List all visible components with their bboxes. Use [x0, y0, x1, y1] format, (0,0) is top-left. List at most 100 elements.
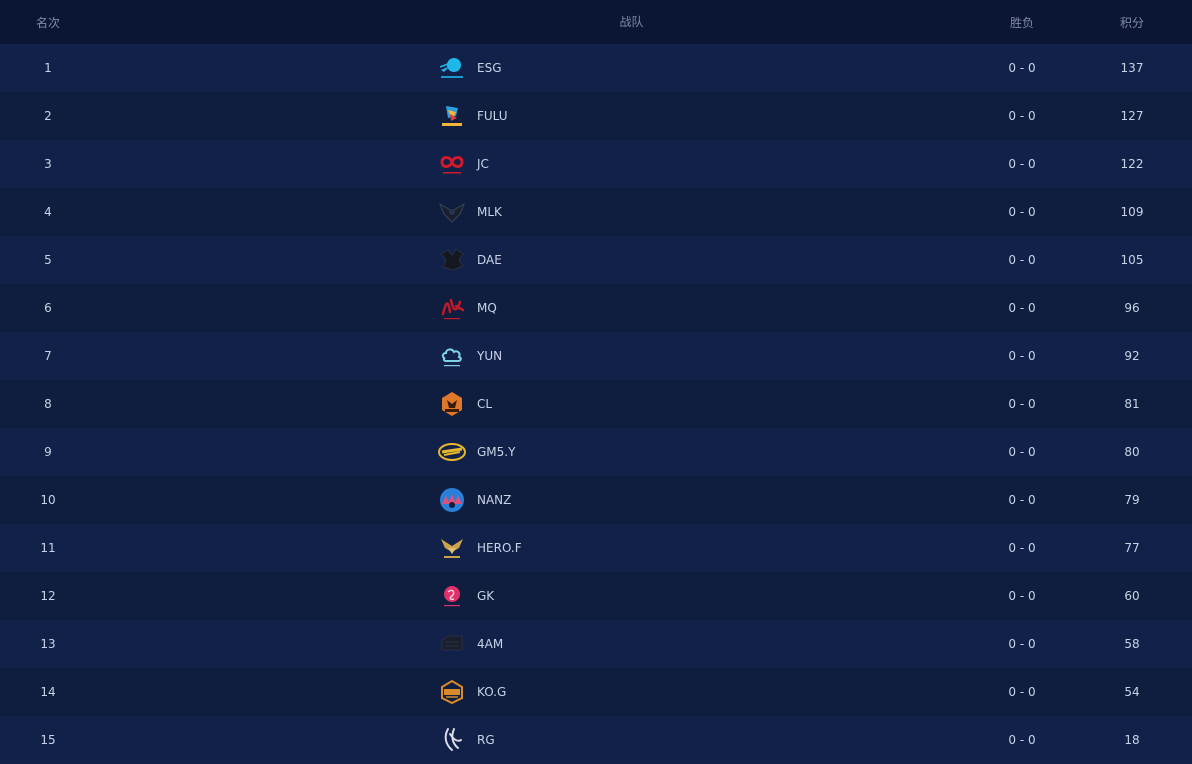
table-header: 名次 战队 胜负 积分	[0, 0, 1192, 44]
dark-dragon-logo-icon	[440, 248, 464, 271]
table-row[interactable]: 13 4AM 0 - 0 58	[0, 620, 1192, 668]
pink-swirl-logo-icon	[444, 586, 460, 607]
team-cell: JC	[96, 140, 972, 188]
table-row[interactable]: 10 NANZ 0 - 0 79	[0, 476, 1192, 524]
team-cell: NANZ	[96, 476, 972, 524]
points-cell: 81	[1124, 397, 1140, 411]
tiger-badge-logo-icon	[442, 392, 462, 416]
table-row[interactable]: 9 GM5.Y 0 - 0 80	[0, 428, 1192, 476]
table-row[interactable]: 7 YUN 0 - 0 92	[0, 332, 1192, 380]
winloss-cell: 0 - 0	[1008, 541, 1036, 555]
points-cell: 54	[1124, 685, 1140, 699]
red-calligraphy-logo-icon	[441, 298, 465, 320]
team-cell: 4AM	[96, 620, 972, 668]
points-cell: 105	[1120, 253, 1144, 267]
gm5-wordmark-logo-icon	[438, 443, 466, 461]
table-row[interactable]: 5 DAE 0 - 0 105	[0, 236, 1192, 284]
rank-cell: 12	[40, 589, 56, 603]
team-name[interactable]: GM5.Y	[477, 445, 515, 459]
points-cell: 77	[1124, 541, 1140, 555]
points-cell: 109	[1120, 205, 1144, 219]
team-cell: CL	[96, 380, 972, 428]
points-cell: 96	[1124, 301, 1140, 315]
header-team: 战队	[619, 15, 644, 29]
table-row[interactable]: 2 FULU 0 - 0 127	[0, 92, 1192, 140]
team-cell: DAE	[96, 236, 972, 284]
team-name[interactable]: MLK	[477, 205, 502, 219]
table-row[interactable]: 4 MLK 0 - 0 109	[0, 188, 1192, 236]
table-body: 1 ESG 0 - 0 137 2 FULU 0 - 0 127 3 JC 0 …	[0, 44, 1192, 764]
rank-cell: 6	[44, 301, 52, 315]
dark-block-logo-icon	[441, 635, 463, 651]
rank-cell: 2	[44, 109, 52, 123]
points-cell: 60	[1124, 589, 1140, 603]
winloss-cell: 0 - 0	[1008, 61, 1036, 75]
table-row[interactable]: 15 RG 0 - 0 18	[0, 716, 1192, 764]
header-points: 积分	[1119, 15, 1144, 30]
team-cell: HERO.F	[96, 524, 972, 572]
round-skyline-logo-icon	[440, 488, 464, 512]
team-cell: MLK	[96, 188, 972, 236]
team-cell: ESG	[96, 44, 972, 92]
team-name[interactable]: HERO.F	[477, 541, 522, 555]
rank-cell: 13	[40, 637, 56, 651]
winloss-cell: 0 - 0	[1008, 157, 1036, 171]
table-row[interactable]: 6 MQ 0 - 0 96	[0, 284, 1192, 332]
rank-cell: 14	[40, 685, 56, 699]
team-name[interactable]: GK	[477, 589, 494, 603]
rank-cell: 15	[40, 733, 56, 747]
team-cell: FULU	[96, 92, 972, 140]
team-name[interactable]: YUN	[477, 349, 502, 363]
winloss-cell: 0 - 0	[1008, 253, 1036, 267]
points-cell: 137	[1120, 61, 1144, 75]
winloss-cell: 0 - 0	[1008, 349, 1036, 363]
colorful-bird-logo-icon	[442, 106, 462, 126]
winloss-cell: 0 - 0	[1008, 109, 1036, 123]
rank-cell: 8	[44, 397, 52, 411]
rank-cell: 5	[44, 253, 52, 267]
team-name[interactable]: FULU	[477, 109, 508, 123]
team-name[interactable]: MQ	[477, 301, 497, 315]
white-claw-logo-icon	[444, 728, 462, 751]
team-name[interactable]: ESG	[477, 61, 502, 75]
winloss-cell: 0 - 0	[1008, 637, 1036, 651]
winloss-cell: 0 - 0	[1008, 445, 1036, 459]
team-name[interactable]: JC	[477, 157, 489, 171]
table-row[interactable]: 12 GK 0 - 0 60	[0, 572, 1192, 620]
rank-cell: 4	[44, 205, 52, 219]
team-name[interactable]: CL	[477, 397, 492, 411]
team-name[interactable]: KO.G	[477, 685, 506, 699]
points-cell: 92	[1124, 349, 1140, 363]
points-cell: 80	[1124, 445, 1140, 459]
points-cell: 79	[1124, 493, 1140, 507]
winloss-cell: 0 - 0	[1008, 685, 1036, 699]
table-row[interactable]: 3 JC 0 - 0 122	[0, 140, 1192, 188]
table-row[interactable]: 8 CL 0 - 0 81	[0, 380, 1192, 428]
rank-cell: 7	[44, 349, 52, 363]
table-row[interactable]: 1 ESG 0 - 0 137	[0, 44, 1192, 92]
team-name[interactable]: RG	[477, 733, 495, 747]
rank-cell: 10	[40, 493, 56, 507]
comet-logo-icon	[439, 58, 463, 78]
points-cell: 127	[1120, 109, 1144, 123]
team-name[interactable]: DAE	[477, 253, 502, 267]
rank-cell: 3	[44, 157, 52, 171]
points-cell: 18	[1124, 733, 1140, 747]
header-winloss: 胜负	[1009, 15, 1034, 30]
winloss-cell: 0 - 0	[1008, 733, 1036, 747]
dark-wings-logo-icon	[438, 202, 466, 223]
red-infinity-logo-icon	[440, 156, 464, 174]
table-row[interactable]: 11 HERO.F 0 - 0 77	[0, 524, 1192, 572]
winloss-cell: 0 - 0	[1008, 301, 1036, 315]
winloss-cell: 0 - 0	[1008, 589, 1036, 603]
team-name[interactable]: NANZ	[477, 493, 511, 507]
gold-wings-logo-icon	[441, 539, 463, 558]
winloss-cell: 0 - 0	[1008, 397, 1036, 411]
winloss-cell: 0 - 0	[1008, 493, 1036, 507]
team-cell: MQ	[96, 284, 972, 332]
header-rank: 名次	[35, 15, 60, 30]
team-cell: YUN	[96, 332, 972, 380]
points-cell: 58	[1124, 637, 1140, 651]
table-row[interactable]: 14 KO.G 0 - 0 54	[0, 668, 1192, 716]
team-name[interactable]: 4AM	[477, 637, 503, 651]
